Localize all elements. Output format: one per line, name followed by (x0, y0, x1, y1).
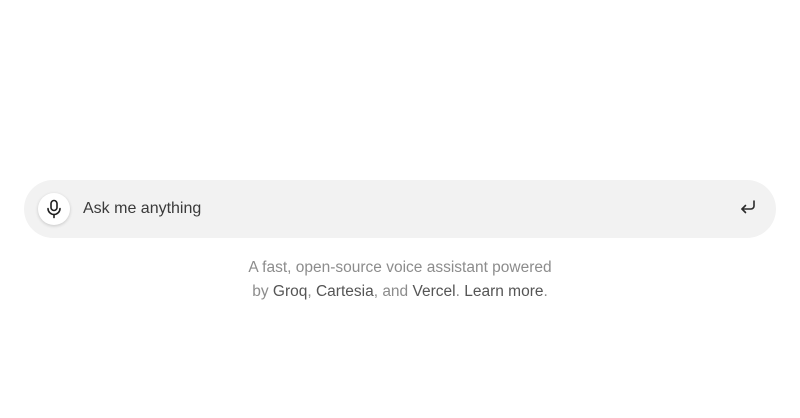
footer-period-2: . (543, 283, 548, 300)
page: A fast, open-source voice assistant powe… (0, 0, 800, 418)
footer-and: , and (373, 283, 409, 300)
microphone-icon (45, 199, 63, 219)
submit-button[interactable] (736, 197, 760, 221)
groq-link[interactable]: Groq (273, 283, 307, 300)
prompt-form (24, 180, 776, 238)
microphone-button[interactable] (38, 193, 70, 225)
cartesia-link[interactable]: Cartesia (316, 283, 374, 300)
footer-by: by (252, 283, 269, 300)
footer-comma: , (307, 283, 312, 300)
footer-description: A fast, open-source voice assistant powe… (200, 256, 600, 304)
enter-return-icon (739, 199, 757, 220)
prompt-input[interactable] (83, 180, 703, 238)
vercel-link[interactable]: Vercel (413, 283, 456, 300)
footer-period-1: . (455, 283, 460, 300)
learn-more-link[interactable]: Learn more (464, 283, 543, 300)
footer-line-1: A fast, open-source voice assistant powe… (248, 259, 552, 276)
